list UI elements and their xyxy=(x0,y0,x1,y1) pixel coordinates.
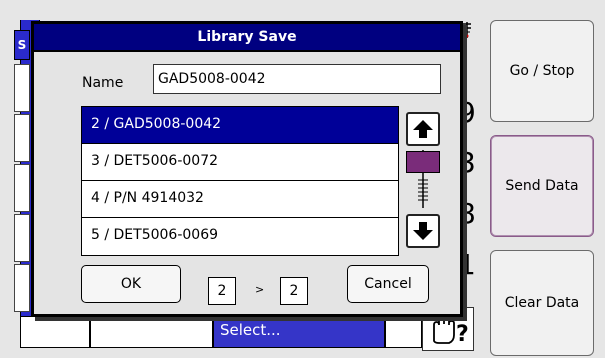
list-item[interactable]: 3 / DET5006-0072 xyxy=(82,144,398,181)
clear-data-button[interactable]: Clear Data xyxy=(490,250,594,356)
list-item[interactable]: 2 / GAD5008-0042 xyxy=(82,107,398,144)
name-input[interactable]: GAD5008-0042 xyxy=(153,64,441,94)
dialog-title: Library Save xyxy=(197,29,297,45)
cancel-label: Cancel xyxy=(364,276,412,292)
ok-button[interactable]: OK xyxy=(81,265,181,303)
background-tab: S xyxy=(14,30,30,60)
library-list: 2 / GAD5008-0042 3 / DET5006-0072 4 / P/… xyxy=(81,106,399,256)
scroll-down-button[interactable] xyxy=(406,214,440,248)
range-separator: > xyxy=(255,283,265,296)
cancel-button[interactable]: Cancel xyxy=(347,265,429,303)
scrollbar-thumb[interactable] xyxy=(406,151,440,173)
select-label: Select... xyxy=(220,321,281,339)
bottom-cell xyxy=(385,316,422,348)
background-top-strip xyxy=(10,10,480,20)
arrow-down-icon xyxy=(413,222,433,240)
background-list-item xyxy=(14,214,30,262)
arrow-up-icon xyxy=(413,120,433,138)
from-index-field[interactable]: 2 xyxy=(208,277,236,305)
go-stop-label: Go / Stop xyxy=(509,63,575,79)
scroll-up-button[interactable] xyxy=(406,112,440,146)
library-save-dialog: Library Save Name GAD5008-0042 2 / GAD50… xyxy=(31,21,463,317)
name-label: Name xyxy=(82,75,124,91)
send-data-button[interactable]: Send Data xyxy=(490,135,594,237)
bottom-cell xyxy=(90,316,213,348)
dialog-title-bar: Library Save xyxy=(34,24,460,52)
ok-label: OK xyxy=(120,276,142,292)
send-data-label: Send Data xyxy=(505,178,579,194)
background-list-item xyxy=(14,64,30,112)
bottom-cell xyxy=(20,316,90,348)
screen: S 9 3 8 1 Go / Stop Send Data Clear Data… xyxy=(0,0,605,358)
background-list-item xyxy=(14,264,30,312)
select-button[interactable]: Select... xyxy=(213,316,385,348)
to-index-field[interactable]: 2 xyxy=(280,277,308,305)
clear-data-label: Clear Data xyxy=(504,295,580,311)
svg-text:?: ? xyxy=(456,322,469,347)
list-item[interactable]: 5 / DET5006-0069 xyxy=(82,218,398,255)
background-list-item xyxy=(14,114,30,162)
list-item[interactable]: 4 / P/N 4914032 xyxy=(82,181,398,218)
go-stop-button[interactable]: Go / Stop xyxy=(490,20,594,122)
background-list-item xyxy=(14,164,30,212)
